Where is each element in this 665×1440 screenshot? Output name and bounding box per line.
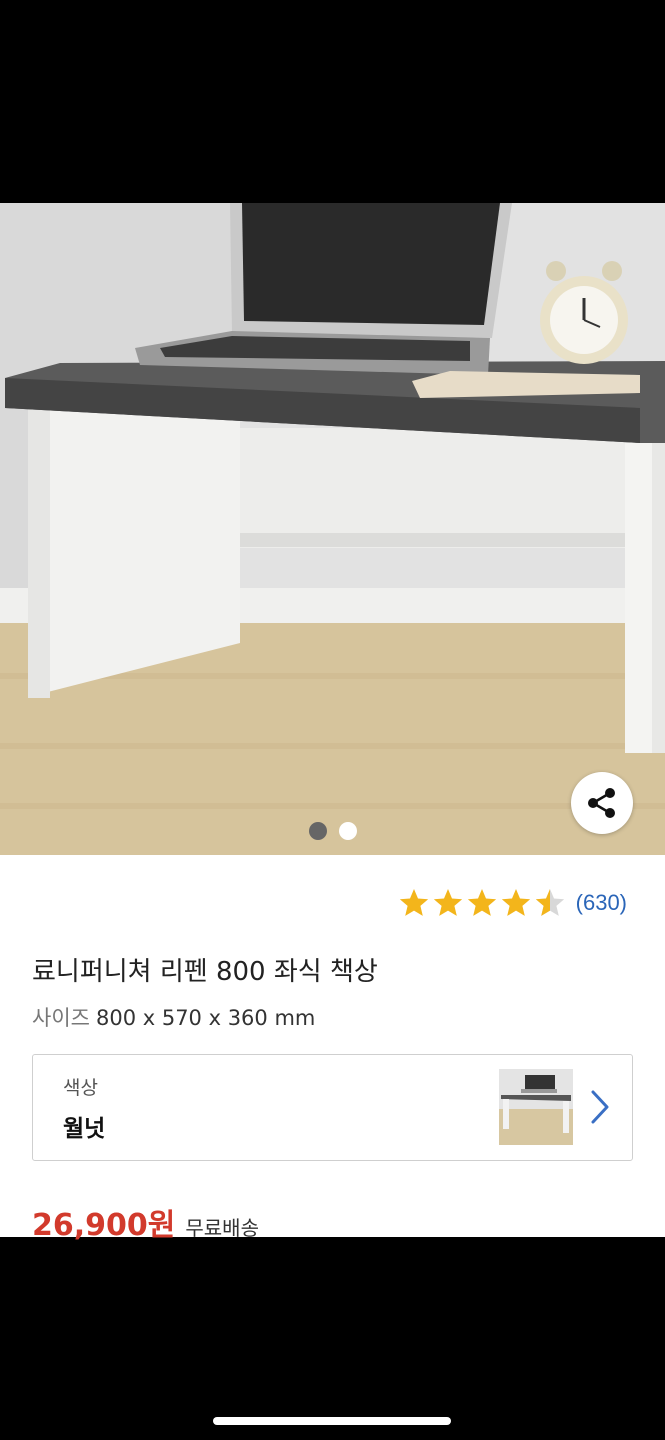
option-value: 월넛 (63, 1116, 106, 1142)
product-info-panel: (630) 료니퍼니쳐 리펜 800 좌식 책상 사이즈 800 x 570 x … (0, 855, 665, 1243)
gallery-pagination (0, 822, 665, 840)
product-title: 료니퍼니쳐 리펜 800 좌식 책상 (32, 957, 378, 987)
pagination-dot-active[interactable] (308, 822, 327, 840)
option-label: 색상 (63, 1077, 98, 1099)
size-label: 사이즈 (32, 1006, 90, 1030)
review-count-link[interactable]: (630) (576, 890, 627, 916)
price-amount: 26,900원 (32, 1208, 176, 1243)
home-indicator[interactable] (213, 1417, 451, 1425)
star-full-icon (399, 889, 428, 916)
shipping-info: 무료배송 (185, 1216, 259, 1240)
color-option-selector[interactable]: 색상 월넛 (32, 1054, 633, 1161)
star-full-icon (433, 889, 462, 916)
product-photo-desk (0, 203, 665, 855)
star-rating (398, 887, 566, 919)
star-full-icon (467, 889, 496, 916)
star-full-icon (501, 889, 530, 916)
phone-screen: (630) 료니퍼니쳐 리펜 800 좌식 책상 사이즈 800 x 570 x … (0, 0, 665, 1440)
desk-thumbnail-image (499, 1069, 573, 1145)
share-icon (588, 788, 615, 818)
pagination-dot[interactable] (338, 822, 357, 840)
size-value: 800 x 570 x 360 mm (95, 1006, 316, 1030)
product-size: 사이즈 800 x 570 x 360 mm (32, 1002, 315, 1032)
product-image-gallery[interactable] (0, 203, 665, 855)
rating-summary[interactable]: (630) (398, 887, 627, 919)
chevron-right-icon (591, 1090, 609, 1124)
option-thumbnail (499, 1069, 573, 1145)
star-half-icon (535, 889, 564, 916)
price-row: 26,900원 무료배송 (32, 1200, 259, 1244)
